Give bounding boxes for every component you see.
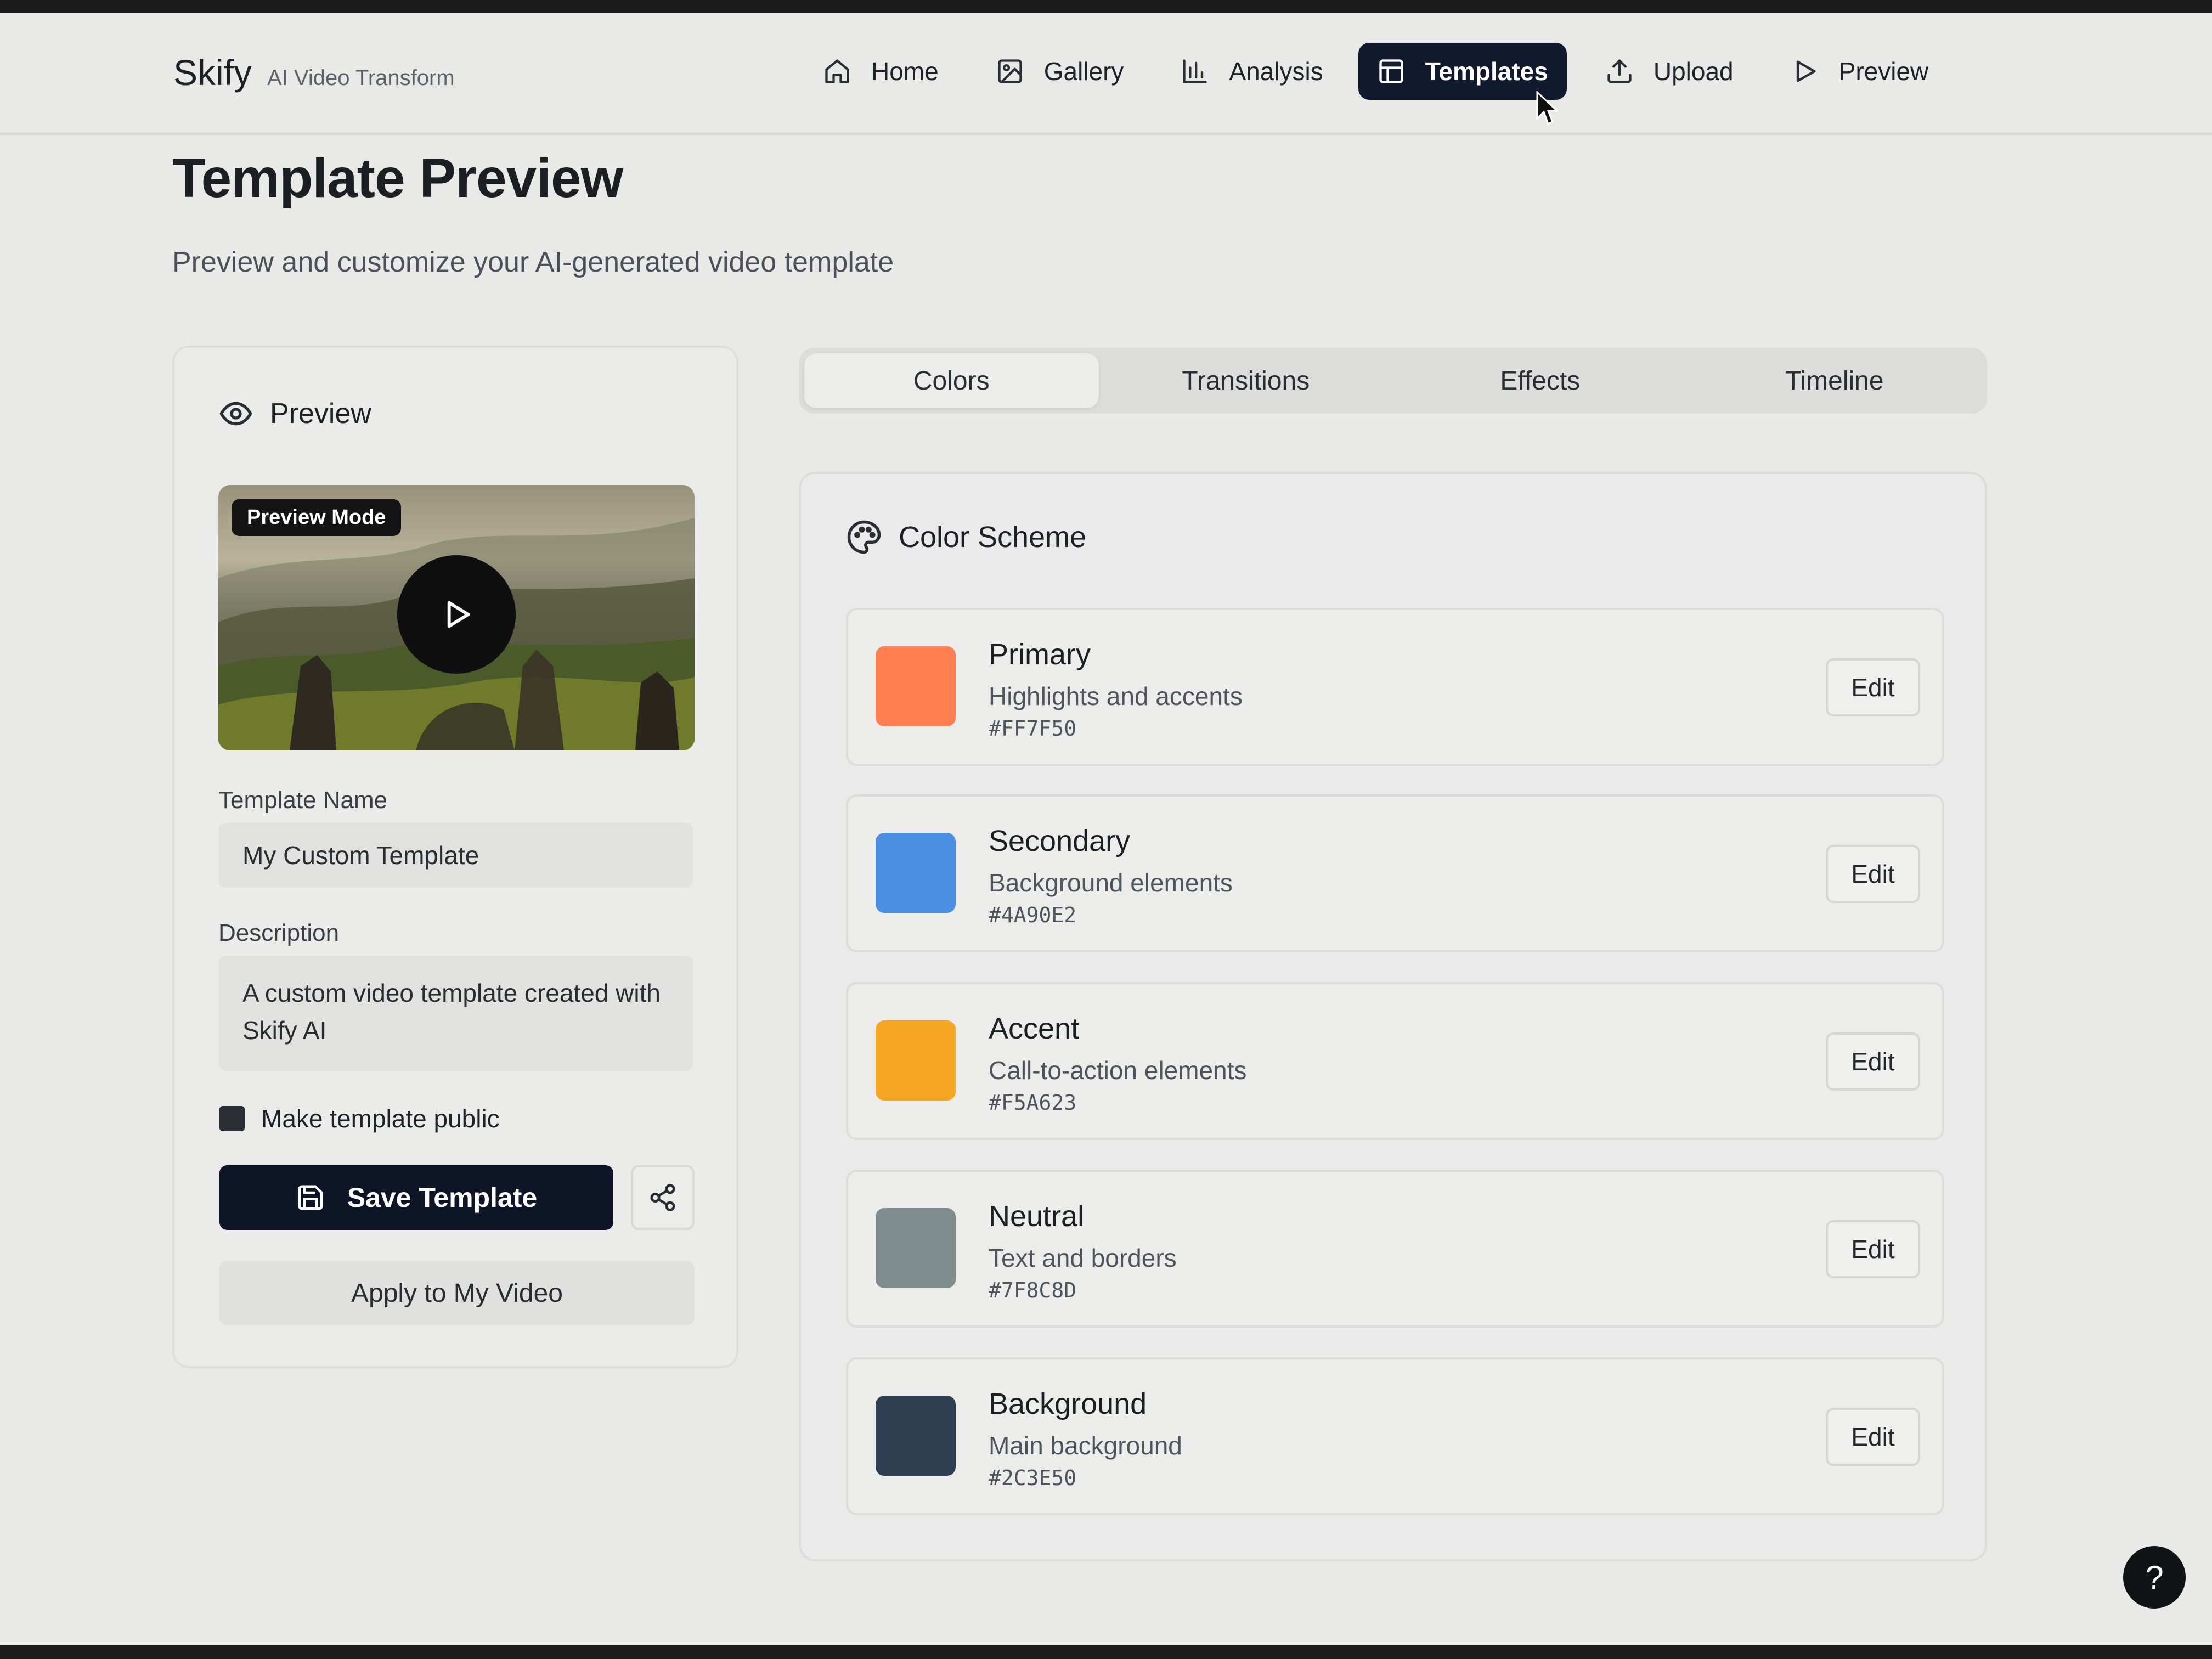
edit-primary-button[interactable]: Edit bbox=[1826, 658, 1920, 716]
make-public-label: Make template public bbox=[261, 1104, 500, 1133]
preview-panel-header: Preview bbox=[218, 396, 371, 431]
color-row-primary: Primary Highlights and accents #FF7F50 E… bbox=[846, 608, 1944, 766]
color-row-background: Background Main background #2C3E50 Edit bbox=[846, 1357, 1944, 1515]
edit-background-button[interactable]: Edit bbox=[1826, 1408, 1920, 1466]
layout-icon bbox=[1379, 59, 1403, 83]
share-button[interactable] bbox=[631, 1165, 695, 1230]
color-scheme-header: Color Scheme bbox=[846, 519, 1086, 555]
video-thumbnail[interactable]: Preview Mode bbox=[218, 485, 695, 751]
color-hex: #7F8C8D bbox=[989, 1278, 1077, 1302]
color-swatch-background[interactable] bbox=[876, 1396, 956, 1476]
template-name-label: Template Name bbox=[218, 787, 388, 814]
color-scheme-title: Color Scheme bbox=[899, 521, 1087, 554]
help-button[interactable]: ? bbox=[2123, 1546, 2186, 1609]
edit-neutral-button[interactable]: Edit bbox=[1826, 1220, 1920, 1278]
color-description: Background elements bbox=[989, 868, 1233, 897]
preview-panel-title: Preview bbox=[270, 398, 371, 430]
description-label: Description bbox=[218, 919, 340, 946]
main-nav: Home Gallery Analysis Templates Upload P… bbox=[801, 43, 1963, 100]
image-icon bbox=[998, 59, 1022, 83]
color-swatch-accent[interactable] bbox=[876, 1020, 956, 1101]
save-template-button[interactable]: Save Template bbox=[219, 1165, 613, 1230]
nav-preview[interactable]: Preview bbox=[1769, 43, 1951, 100]
tab-colors[interactable]: Colors bbox=[804, 353, 1099, 408]
nav-preview-label: Preview bbox=[1838, 57, 1929, 86]
color-row-neutral: Neutral Text and borders #7F8C8D Edit bbox=[846, 1170, 1944, 1328]
app-header: Skify AI Video Transform Home Gallery An… bbox=[0, 13, 2212, 135]
color-swatch-primary[interactable] bbox=[876, 646, 956, 726]
color-hex: #F5A623 bbox=[989, 1091, 1077, 1115]
template-tabs: Colors Transitions Effects Timeline bbox=[799, 348, 1987, 414]
edit-secondary-button[interactable]: Edit bbox=[1826, 845, 1920, 903]
color-name: Accent bbox=[989, 1012, 1080, 1045]
nav-home-label: Home bbox=[871, 57, 939, 86]
color-hex: #FF7F50 bbox=[989, 716, 1077, 741]
upload-icon bbox=[1607, 59, 1632, 83]
nav-templates[interactable]: Templates bbox=[1358, 43, 1567, 100]
play-icon bbox=[447, 601, 470, 628]
apply-to-video-button[interactable]: Apply to My Video bbox=[219, 1261, 695, 1325]
brand[interactable]: Skify AI Video Transform bbox=[173, 52, 455, 93]
screen-bezel-top bbox=[0, 0, 2212, 13]
nav-analysis[interactable]: Analysis bbox=[1159, 43, 1345, 100]
edit-accent-button[interactable]: Edit bbox=[1826, 1032, 1920, 1091]
save-icon bbox=[298, 1185, 323, 1210]
color-swatch-secondary[interactable] bbox=[876, 833, 956, 913]
make-public-checkbox[interactable] bbox=[219, 1106, 245, 1131]
tab-timeline[interactable]: Timeline bbox=[1688, 353, 1982, 408]
nav-gallery[interactable]: Gallery bbox=[974, 43, 1146, 100]
color-row-secondary: Secondary Background elements #4A90E2 Ed… bbox=[846, 794, 1944, 952]
color-description: Call-to-action elements bbox=[989, 1056, 1247, 1085]
color-swatch-neutral[interactable] bbox=[876, 1208, 956, 1288]
page-subtitle: Preview and customize your AI-generated … bbox=[172, 246, 894, 278]
play-icon bbox=[1796, 60, 1816, 82]
color-name: Primary bbox=[989, 638, 1091, 671]
nav-home[interactable]: Home bbox=[801, 43, 961, 100]
preview-panel: Preview Preview Mode Template Name My Cu… bbox=[172, 346, 738, 1368]
color-name: Secondary bbox=[989, 825, 1131, 857]
color-description: Main background bbox=[989, 1431, 1182, 1460]
nav-upload-label: Upload bbox=[1653, 57, 1734, 86]
brand-name: Skify bbox=[173, 52, 252, 93]
template-name-input[interactable]: My Custom Template bbox=[218, 823, 693, 888]
color-description: Text and borders bbox=[989, 1244, 1177, 1272]
color-hex: #2C3E50 bbox=[989, 1466, 1077, 1490]
nav-templates-label: Templates bbox=[1425, 57, 1548, 86]
tab-effects[interactable]: Effects bbox=[1393, 353, 1688, 408]
mouse-cursor-icon bbox=[1536, 91, 1558, 126]
color-hex: #4A90E2 bbox=[989, 903, 1077, 927]
play-button[interactable] bbox=[397, 555, 516, 674]
tab-transitions[interactable]: Transitions bbox=[1099, 353, 1393, 408]
save-template-label: Save Template bbox=[347, 1182, 538, 1213]
palette-icon bbox=[847, 520, 881, 554]
color-row-accent: Accent Call-to-action elements #F5A623 E… bbox=[846, 982, 1944, 1140]
color-name: Neutral bbox=[989, 1200, 1085, 1233]
nav-upload[interactable]: Upload bbox=[1583, 43, 1756, 100]
home-icon bbox=[825, 59, 849, 83]
brand-tagline: AI Video Transform bbox=[267, 66, 455, 90]
nav-analysis-label: Analysis bbox=[1229, 57, 1323, 86]
share-icon bbox=[650, 1184, 675, 1211]
preview-mode-badge: Preview Mode bbox=[232, 499, 402, 536]
color-scheme-panel: Color Scheme Primary Highlights and acce… bbox=[799, 472, 1987, 1561]
page-title: Template Preview bbox=[172, 148, 623, 209]
screen-bezel-bottom bbox=[0, 1645, 2212, 1659]
color-name: Background bbox=[989, 1387, 1147, 1420]
color-description: Highlights and accents bbox=[989, 682, 1243, 710]
eye-icon bbox=[219, 402, 252, 426]
nav-gallery-label: Gallery bbox=[1043, 57, 1124, 86]
description-textarea[interactable]: A custom video template created with Ski… bbox=[218, 956, 693, 1071]
make-public-row[interactable]: Make template public bbox=[219, 1104, 500, 1133]
bar-chart-icon bbox=[1183, 59, 1207, 83]
